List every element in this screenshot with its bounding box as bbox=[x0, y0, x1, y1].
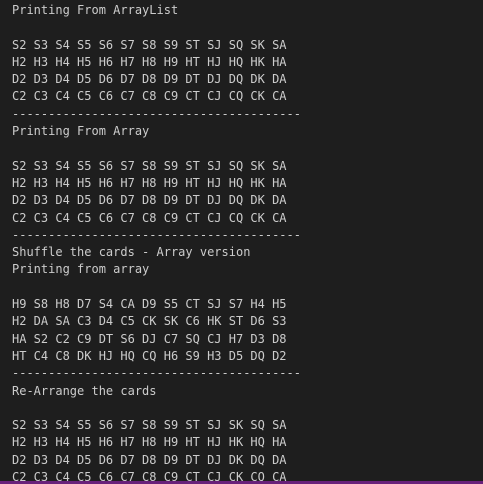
separator-line: ---------------------------------------- bbox=[12, 366, 301, 381]
card-row: D2 D3 D4 D5 D6 D7 D8 D9 DT DJ DQ DK DA bbox=[12, 72, 287, 87]
heading-line: Printing from array bbox=[12, 262, 150, 277]
card-row: D2 D3 D4 D5 D6 D7 D8 D9 DT DJ DK DQ DA bbox=[12, 452, 287, 467]
heading-line: Printing From Array bbox=[12, 124, 150, 139]
card-row: H9 S8 H8 D7 S4 CA D9 S5 CT SJ S7 H4 H5 bbox=[12, 297, 287, 312]
card-row: HT C4 C8 DK HJ HQ CQ H6 S9 H3 D5 DQ D2 bbox=[12, 348, 287, 363]
card-row: S2 S3 S4 S5 S6 S7 S8 S9 ST SJ SQ SK SA bbox=[12, 37, 287, 52]
card-row: C2 C3 C4 C5 C6 C7 C8 C9 CT CJ CQ CK CA bbox=[12, 89, 287, 104]
card-row: S2 S3 S4 S5 S6 S7 S8 S9 ST SJ SK SQ SA bbox=[12, 418, 287, 433]
heading-line: Printing From ArrayList bbox=[12, 3, 179, 17]
terminal-lines: Printing From ArrayList S2 S3 S4 S5 S6 S7… bbox=[12, 2, 479, 481]
card-row: H2 H3 H4 H5 H6 H7 H8 H9 HT HJ HQ HK HA bbox=[12, 54, 287, 69]
heading-line: Shuffle the cards - Array version bbox=[12, 245, 251, 260]
separator-line: ---------------------------------------- bbox=[12, 106, 301, 121]
terminal-output[interactable]: Printing From ArrayList S2 S3 S4 S5 S6 S7… bbox=[0, 0, 483, 481]
card-row: H2 H3 H4 H5 H6 H7 H8 H9 HT HJ HK HQ HA bbox=[12, 435, 287, 450]
heading-line: Re-Arrange the cards bbox=[12, 383, 157, 398]
card-row: S2 S3 S4 S5 S6 S7 S8 S9 ST SJ SQ SK SA bbox=[12, 158, 287, 173]
card-row: HA S2 C2 C9 DT S6 DJ C7 SQ CJ H7 D3 D8 bbox=[12, 331, 287, 346]
card-row: C2 C3 C4 C5 C6 C7 C8 C9 CT CJ CK CQ CA bbox=[12, 470, 287, 481]
separator-line: ---------------------------------------- bbox=[12, 227, 301, 242]
card-row: C2 C3 C4 C5 C6 C7 C8 C9 CT CJ CQ CK CA bbox=[12, 210, 287, 225]
card-row: D2 D3 D4 D5 D6 D7 D8 D9 DT DJ DQ DK DA bbox=[12, 193, 287, 208]
card-row: H2 H3 H4 H5 H6 H7 H8 H9 HT HJ HQ HK HA bbox=[12, 175, 287, 190]
card-row: H2 DA SA C3 D4 C5 CK SK C6 HK ST D6 S3 bbox=[12, 314, 287, 329]
